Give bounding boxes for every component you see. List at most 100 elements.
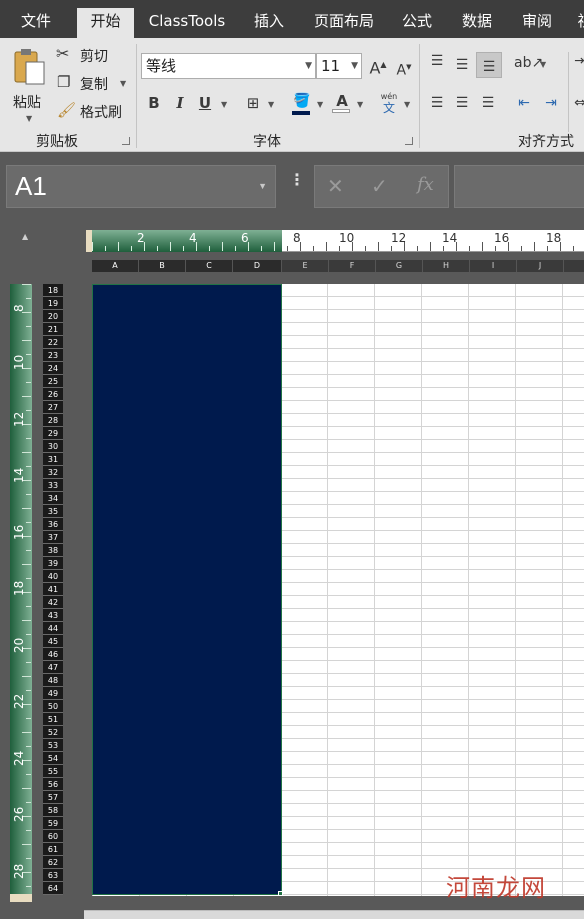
borders-button[interactable]: ⊞ [244, 94, 262, 112]
name-box[interactable]: A1 ▼ [6, 165, 276, 208]
column-header-h[interactable]: H [423, 260, 470, 272]
column-header-e[interactable]: E [282, 260, 329, 272]
column-header-j[interactable]: J [517, 260, 564, 272]
row-header[interactable]: 41 [43, 583, 63, 596]
row-header[interactable]: 52 [43, 726, 63, 739]
bold-button[interactable]: B [146, 94, 162, 112]
row-header[interactable]: 20 [43, 310, 63, 323]
format-painter-button[interactable]: 🖌 格式刷 [56, 101, 130, 123]
tab-formulas[interactable]: 公式 [392, 8, 442, 38]
row-header[interactable]: 33 [43, 479, 63, 492]
row-header[interactable]: 44 [43, 622, 63, 635]
enter-icon[interactable]: ✓ [371, 174, 388, 198]
row-header[interactable]: 30 [43, 440, 63, 453]
merge-button[interactable]: ⇔ [573, 94, 584, 112]
formula-input[interactable] [454, 165, 584, 208]
font-name-select[interactable]: 等线 ▼ [141, 53, 316, 79]
phonetic-dropdown-icon[interactable]: ▼ [404, 100, 410, 109]
row-header[interactable]: 55 [43, 765, 63, 778]
row-header[interactable]: 23 [43, 349, 63, 362]
align-top-button[interactable]: ☰ [427, 52, 447, 70]
row-header[interactable]: 57 [43, 791, 63, 804]
row-header[interactable]: 25 [43, 375, 63, 388]
decrease-indent-button[interactable]: ⇤ [513, 94, 535, 112]
row-header[interactable]: 59 [43, 817, 63, 830]
paste-dropdown-icon[interactable]: ▼ [26, 114, 32, 123]
align-left-button[interactable]: ☰ [427, 94, 447, 112]
select-all-corner-icon[interactable]: ▲ [22, 232, 28, 241]
row-header[interactable]: 61 [43, 843, 63, 856]
row-header[interactable]: 34 [43, 492, 63, 505]
row-header[interactable]: 27 [43, 401, 63, 414]
clipboard-launcher-icon[interactable] [122, 137, 130, 145]
chevron-down-icon[interactable]: ▼ [258, 166, 267, 207]
align-middle-button[interactable]: ☰ [452, 56, 472, 74]
tab-page-layout[interactable]: 页面布局 [304, 8, 384, 38]
row-header[interactable]: 50 [43, 700, 63, 713]
row-header[interactable]: 28 [43, 414, 63, 427]
tab-data[interactable]: 数据 [452, 8, 502, 38]
wrap-text-button[interactable]: ⇥ [573, 52, 584, 70]
tab-insert[interactable]: 插入 [242, 8, 296, 38]
cut-button[interactable]: ✂ 剪切 [56, 45, 116, 67]
column-header-f[interactable]: F [329, 260, 376, 272]
row-header[interactable]: 29 [43, 427, 63, 440]
row-header[interactable]: 40 [43, 570, 63, 583]
italic-button[interactable]: I [172, 94, 188, 112]
grow-font-button[interactable]: A▲ [368, 56, 388, 77]
row-header[interactable]: 36 [43, 518, 63, 531]
font-size-select[interactable]: 11 ▼ [316, 53, 362, 79]
align-right-button[interactable]: ☰ [478, 94, 498, 112]
fill-handle[interactable] [278, 891, 283, 896]
row-header[interactable]: 26 [43, 388, 63, 401]
shrink-font-button[interactable]: A▼ [394, 58, 414, 80]
row-header[interactable]: 64 [43, 882, 63, 895]
underline-button[interactable]: U [197, 94, 213, 112]
row-header[interactable]: 60 [43, 830, 63, 843]
font-launcher-icon[interactable] [405, 137, 413, 145]
row-header[interactable]: 63 [43, 869, 63, 882]
row-header[interactable]: 48 [43, 674, 63, 687]
row-header[interactable]: 47 [43, 661, 63, 674]
column-header-c[interactable]: C [186, 260, 233, 272]
copy-button[interactable]: ❐ 复制 ▼ [56, 73, 130, 95]
row-header[interactable]: 42 [43, 596, 63, 609]
borders-dropdown-icon[interactable]: ▼ [268, 100, 274, 109]
tab-home[interactable]: 开始 [77, 8, 134, 38]
row-header[interactable]: 46 [43, 648, 63, 661]
more-options-icon[interactable]: ⋮ [289, 172, 305, 188]
row-header[interactable]: 35 [43, 505, 63, 518]
increase-indent-button[interactable]: ⇥ [540, 94, 562, 112]
tab-view[interactable]: 视 [570, 8, 584, 38]
paste-button[interactable]: 粘贴 ▼ [8, 44, 50, 124]
tab-review[interactable]: 审阅 [512, 8, 562, 38]
font-color-button[interactable]: A [332, 92, 352, 113]
row-header[interactable]: 56 [43, 778, 63, 791]
cancel-icon[interactable]: ✕ [327, 174, 344, 198]
row-header[interactable]: 39 [43, 557, 63, 570]
selected-range-a-d[interactable] [92, 284, 282, 895]
font-color-dropdown-icon[interactable]: ▼ [357, 100, 363, 109]
align-center-button[interactable]: ☰ [452, 94, 472, 112]
orientation-button[interactable]: ab↗ [514, 54, 543, 72]
row-header[interactable]: 62 [43, 856, 63, 869]
row-header[interactable]: 22 [43, 336, 63, 349]
underline-dropdown-icon[interactable]: ▼ [221, 100, 227, 109]
column-header-d[interactable]: D [233, 260, 282, 272]
row-header[interactable]: 37 [43, 531, 63, 544]
row-header[interactable]: 54 [43, 752, 63, 765]
insert-function-icon[interactable]: fx [417, 174, 434, 195]
row-header[interactable]: 32 [43, 466, 63, 479]
row-header[interactable]: 19 [43, 297, 63, 310]
row-header[interactable]: 58 [43, 804, 63, 817]
align-bottom-button[interactable]: ☰ [476, 52, 502, 78]
phonetic-button[interactable]: wén 文 [379, 92, 399, 114]
row-header[interactable]: 24 [43, 362, 63, 375]
column-header-g[interactable]: G [376, 260, 423, 272]
tab-file[interactable]: 文件 [8, 8, 64, 38]
column-header-i[interactable]: I [470, 260, 517, 272]
column-header-b[interactable]: B [139, 260, 186, 272]
row-header[interactable]: 21 [43, 323, 63, 336]
row-header[interactable]: 49 [43, 687, 63, 700]
column-header-a[interactable]: A [92, 260, 139, 272]
